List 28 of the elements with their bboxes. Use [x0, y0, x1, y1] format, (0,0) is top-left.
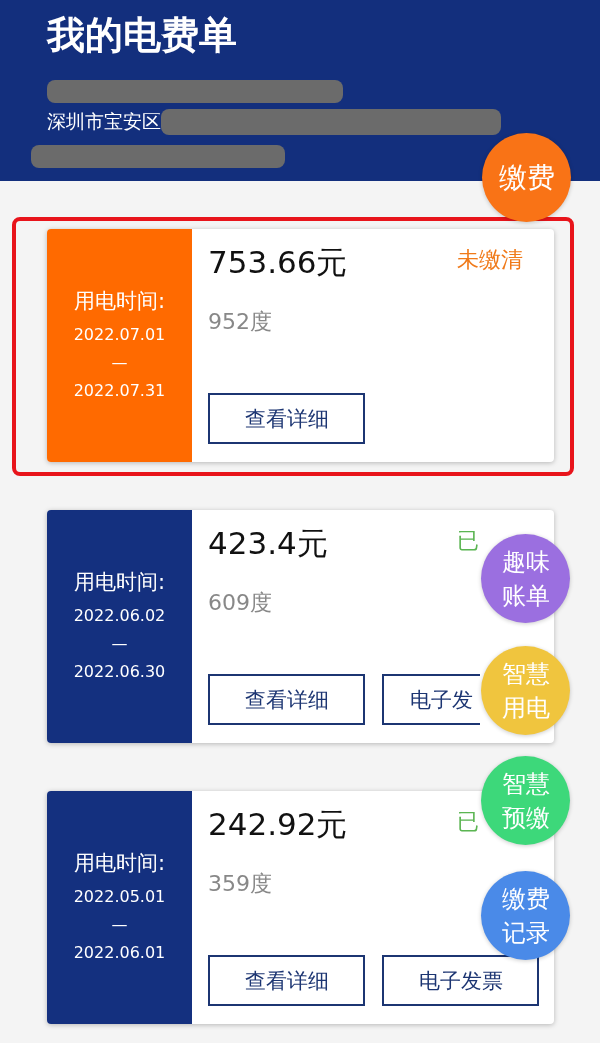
invoice-button[interactable]: 电子发票: [382, 955, 539, 1006]
date-separator: —: [111, 913, 128, 936]
details-button[interactable]: 查看详细: [208, 674, 365, 725]
start-date: 2022.07.01: [73, 323, 166, 346]
details-button[interactable]: 查看详细: [208, 955, 365, 1006]
date-separator: —: [111, 632, 128, 655]
start-date: 2022.05.01: [73, 885, 166, 908]
period-label: 用电时间:: [73, 568, 166, 596]
payment-status: 已: [457, 808, 479, 836]
payment-status: 已: [457, 527, 479, 555]
period-label: 用电时间:: [73, 849, 166, 877]
date-separator: —: [111, 351, 128, 374]
usage-amount: 609度: [208, 589, 272, 617]
period-label: 用电时间:: [73, 287, 166, 315]
payment-status: 未缴清: [457, 246, 523, 274]
usage-amount: 359度: [208, 870, 272, 898]
end-date: 2022.06.30: [73, 660, 166, 683]
invoice-button[interactable]: 电子发: [382, 674, 480, 725]
bill-amount: 423.4元: [208, 524, 328, 563]
usage-amount: 952度: [208, 308, 272, 336]
end-date: 2022.06.01: [73, 941, 166, 964]
details-button[interactable]: 查看详细: [208, 393, 365, 444]
bill-amount: 242.92元: [208, 805, 348, 844]
bill-amount: 753.66元: [208, 243, 348, 282]
page-title: 我的电费单: [47, 12, 238, 58]
end-date: 2022.07.31: [73, 379, 166, 402]
start-date: 2022.06.02: [73, 604, 166, 627]
address-text: 深圳市宝安区: [47, 109, 161, 134]
